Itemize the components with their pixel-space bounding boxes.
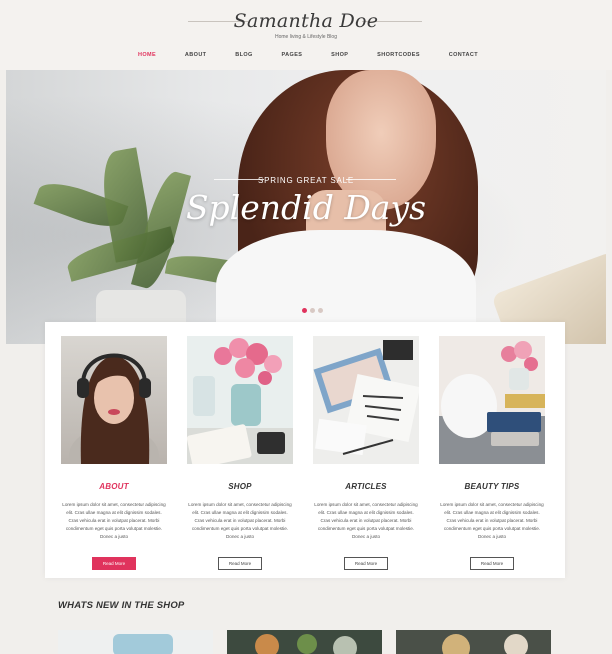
woman-headphones-image <box>69 353 159 464</box>
slider-dot-1[interactable] <box>302 308 307 313</box>
slider-pagination <box>302 308 323 313</box>
site-logo[interactable]: Samantha Doe <box>234 10 379 32</box>
cosmetics-image <box>439 336 545 464</box>
card-articles-title[interactable]: ARTICLES <box>313 482 419 491</box>
card-beauty-tips-title[interactable]: BEAUTY TIPS <box>439 482 545 491</box>
product-image <box>396 630 551 654</box>
shop-product-thumb-1[interactable] <box>58 630 213 654</box>
articles-read-more-button[interactable]: Read More <box>344 557 388 570</box>
product-image <box>58 630 213 654</box>
hero-slider[interactable]: SPRING GREAT SALE Splendid Days <box>6 70 606 344</box>
product-image <box>227 630 382 654</box>
nav-item-about[interactable]: ABOUT <box>185 52 207 58</box>
card-about: ABOUT Lorem ipsum dolor sit amet, consec… <box>61 336 167 570</box>
card-about-text: Lorem ipsum dolor sit amet, consectetur … <box>62 502 166 539</box>
hero-kicker: SPRING GREAT SALE <box>258 176 354 185</box>
nav-item-shop[interactable]: SHOP <box>331 52 348 58</box>
magazines-image <box>313 336 419 464</box>
card-about-image[interactable] <box>61 336 167 464</box>
slider-dot-2[interactable] <box>310 308 315 313</box>
main-nav: HOME ABOUT BLOG PAGES SHOP SHORTCODES CO… <box>138 52 478 58</box>
card-shop: SHOP Lorem ipsum dolor sit amet, consect… <box>187 336 293 570</box>
site-header: Samantha Doe Home living & Lifestyle Blo… <box>0 0 612 70</box>
card-beauty-tips-text: Lorem ipsum dolor sit amet, consectetur … <box>440 502 544 539</box>
feature-cards: ABOUT Lorem ipsum dolor sit amet, consec… <box>45 322 565 578</box>
card-shop-text: Lorem ipsum dolor sit amet, consectetur … <box>188 502 292 539</box>
nav-item-pages[interactable]: PAGES <box>282 52 303 58</box>
site-tagline: Home living & Lifestyle Blog <box>275 34 337 40</box>
card-shop-image[interactable] <box>187 336 293 464</box>
nav-item-home[interactable]: HOME <box>138 52 156 58</box>
beauty-tips-read-more-button[interactable]: Read More <box>470 557 514 570</box>
card-beauty-tips-image[interactable] <box>439 336 545 464</box>
shop-read-more-button[interactable]: Read More <box>218 557 262 570</box>
hero-title: Splendid Days <box>185 188 427 227</box>
card-about-title[interactable]: ABOUT <box>61 482 167 491</box>
shop-product-thumb-2[interactable] <box>227 630 382 654</box>
nav-item-contact[interactable]: CONTACT <box>449 52 478 58</box>
shop-section-heading: WHATS NEW IN THE SHOP <box>58 600 185 611</box>
nav-item-shortcodes[interactable]: SHORTCODES <box>377 52 420 58</box>
card-shop-title[interactable]: SHOP <box>187 482 293 491</box>
slider-dot-3[interactable] <box>318 308 323 313</box>
shop-product-thumb-3[interactable] <box>396 630 551 654</box>
card-articles-text: Lorem ipsum dolor sit amet, consectetur … <box>314 502 418 539</box>
about-read-more-button[interactable]: Read More <box>92 557 136 570</box>
card-articles: ARTICLES Lorem ipsum dolor sit amet, con… <box>313 336 419 570</box>
nav-item-blog[interactable]: BLOG <box>235 52 253 58</box>
flowers-vase-image <box>187 336 293 464</box>
card-articles-image[interactable] <box>313 336 419 464</box>
card-beauty-tips: BEAUTY TIPS Lorem ipsum dolor sit amet, … <box>439 336 545 570</box>
